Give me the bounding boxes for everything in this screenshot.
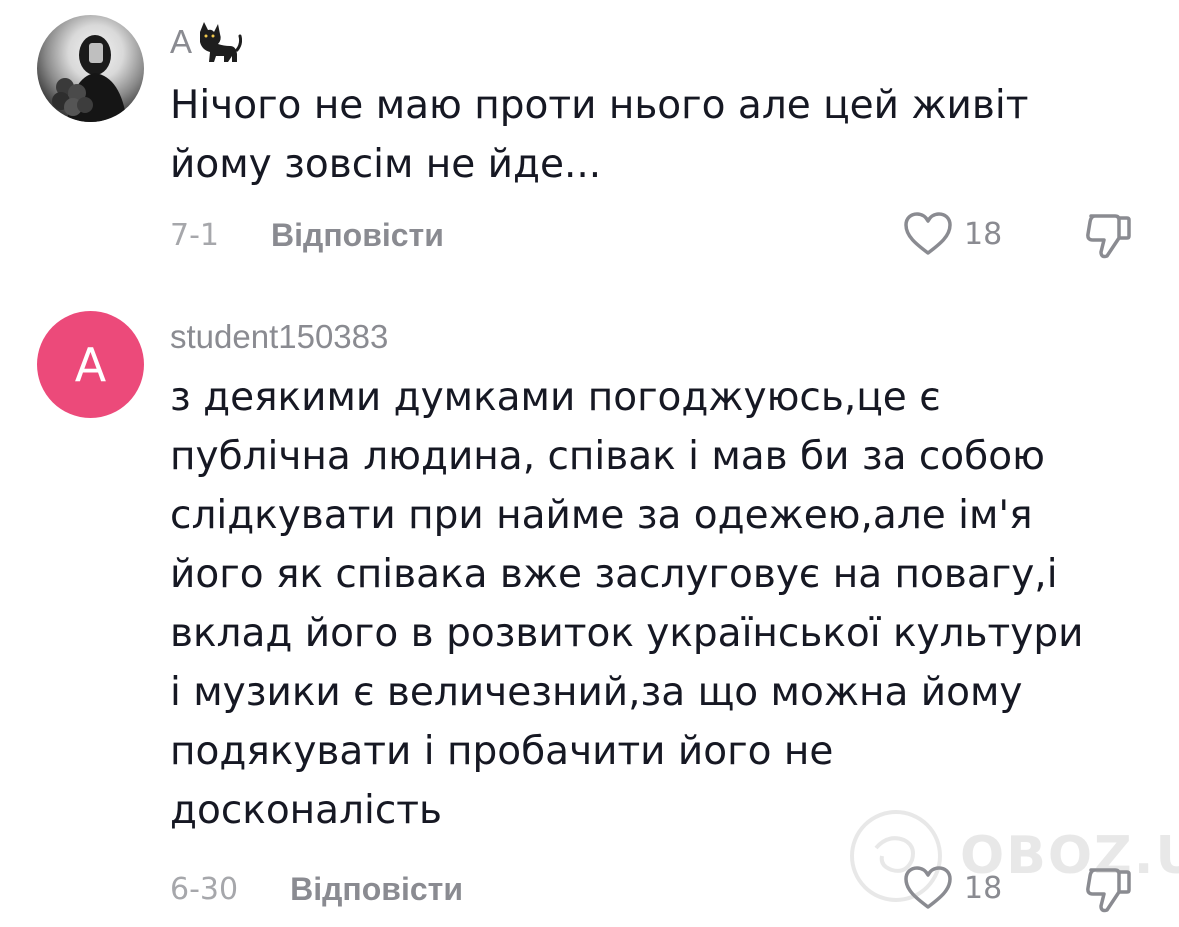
oboz-watermark: OBOZ.UA	[848, 808, 1179, 904]
dislike-button[interactable]	[1083, 210, 1135, 267]
comment-date: 7-1	[170, 217, 219, 253]
comment-date: 6-30	[170, 871, 239, 907]
heart-outline-icon	[904, 212, 952, 255]
like-button[interactable]: 18	[902, 211, 1002, 257]
watermark-text: OBOZ.UA	[960, 826, 1179, 886]
cat-emoji-icon	[200, 22, 243, 62]
avatar-photo-icon	[52, 35, 127, 122]
reply-button[interactable]: Відповісти	[271, 217, 444, 254]
comment-username[interactable]: A	[170, 20, 243, 64]
comment-text: Нічого не маю проти нього але цей живіт …	[170, 83, 1029, 187]
comment-1: A Нічого не маю проти нього але цей живі…	[0, 0, 1179, 290]
avatar-letter: A	[74, 337, 107, 392]
user-avatar[interactable]: A	[37, 311, 144, 418]
user-avatar[interactable]	[37, 15, 144, 122]
like-count: 18	[964, 216, 1003, 252]
comment-text: з деякими думками погоджуюсь,це є публіч…	[170, 375, 1084, 833]
reply-button[interactable]: Відповісти	[290, 871, 463, 908]
oboz-logo-icon	[850, 810, 942, 902]
thumbs-down-icon	[1086, 214, 1131, 259]
comment-username[interactable]: student150383	[170, 318, 388, 356]
